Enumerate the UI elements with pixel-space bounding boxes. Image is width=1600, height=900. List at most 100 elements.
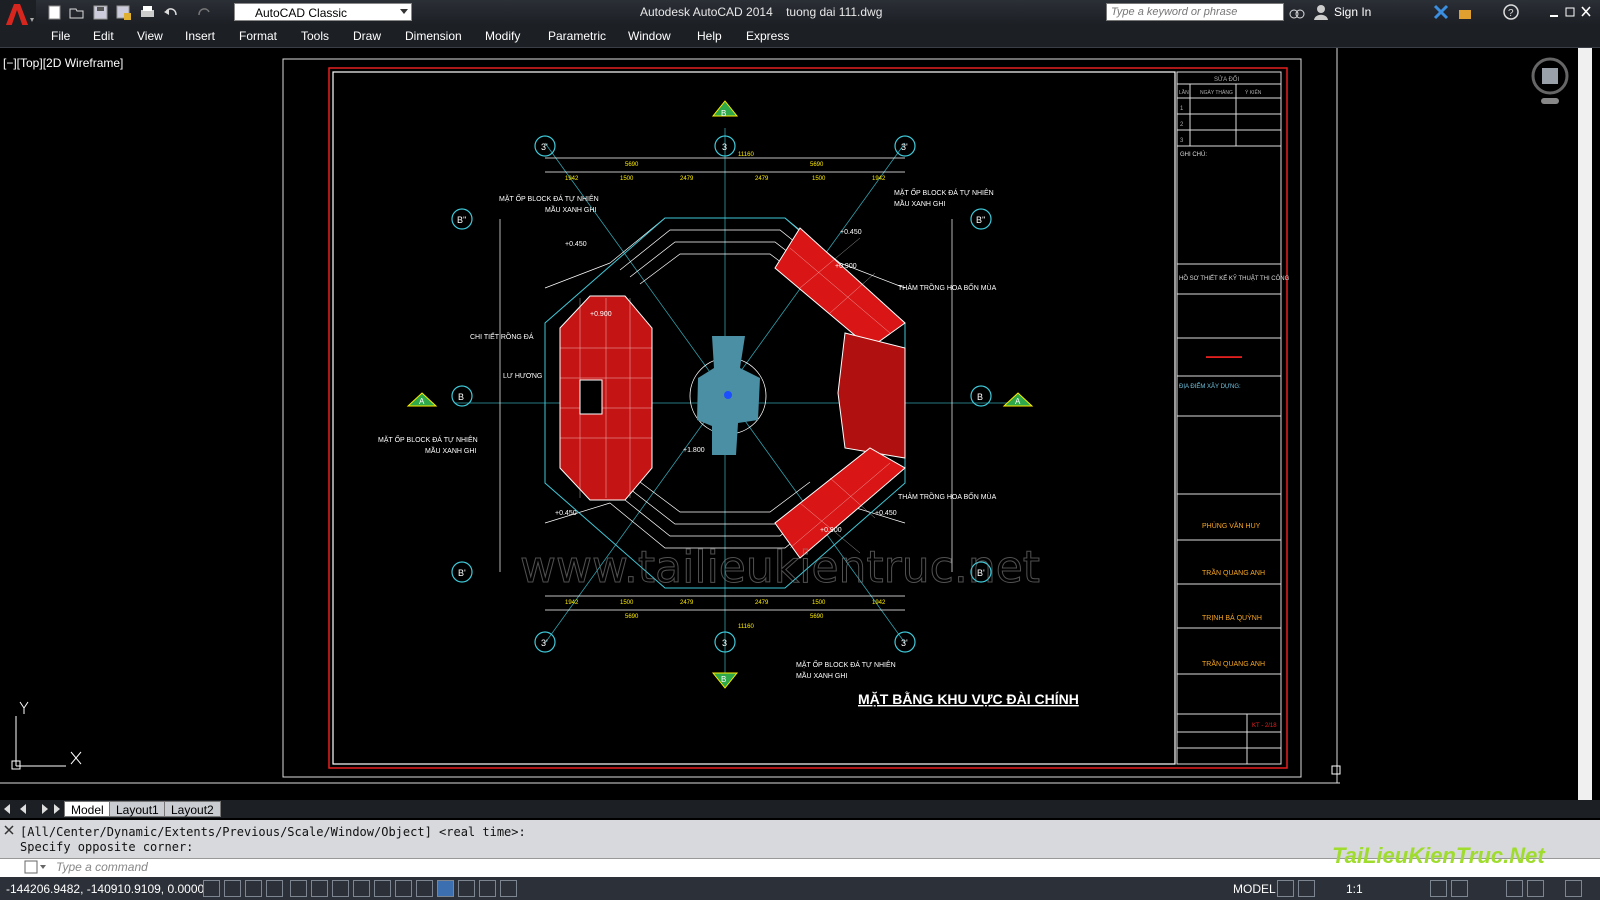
menu-parametric[interactable]: Parametric bbox=[548, 29, 606, 43]
infer-constraints-icon[interactable] bbox=[203, 880, 220, 897]
menu-express[interactable]: Express bbox=[746, 29, 789, 43]
plot-icon[interactable] bbox=[139, 4, 156, 21]
window-title: Autodesk AutoCAD 2014 tuong dai 111.dwg bbox=[640, 5, 883, 19]
menu-tools[interactable]: Tools bbox=[301, 29, 329, 43]
command-history-line-2: Specify opposite corner: bbox=[20, 840, 194, 854]
level-090-b: +0.900 bbox=[835, 263, 857, 270]
svg-text:5690: 5690 bbox=[810, 162, 824, 168]
tab-layout1[interactable]: Layout1 bbox=[109, 801, 166, 817]
layout-frame bbox=[282, 58, 1302, 778]
drawing-main-title: MẶT BẰNG KHU VỰC ĐÀI CHÍNH bbox=[858, 690, 1079, 707]
undo-icon[interactable] bbox=[162, 4, 179, 21]
quick-properties-icon[interactable] bbox=[458, 880, 475, 897]
tb-revision-header: SỬA ĐỔI bbox=[1214, 76, 1239, 83]
ortho-mode-icon[interactable] bbox=[266, 880, 283, 897]
snap-mode-icon[interactable] bbox=[224, 880, 241, 897]
lineweight-icon[interactable] bbox=[416, 880, 433, 897]
grid-display-icon[interactable] bbox=[245, 880, 262, 897]
level-045-b: +0.450 bbox=[840, 229, 862, 236]
hardware-acceleration-icon[interactable] bbox=[1527, 880, 1544, 897]
note-flowers-2: THẢM TRỒNG HOA BỐN MÙA bbox=[898, 491, 997, 501]
save-as-icon[interactable] bbox=[115, 4, 132, 21]
menu-insert[interactable]: Insert bbox=[185, 29, 215, 43]
menu-view[interactable]: View bbox=[137, 29, 163, 43]
quick-view-layouts-icon[interactable] bbox=[1277, 880, 1294, 897]
tb-row-1: 1 bbox=[1180, 106, 1184, 112]
clean-screen-icon[interactable] bbox=[1565, 880, 1582, 897]
svg-text:A: A bbox=[1015, 397, 1021, 406]
command-window-close-icon[interactable] bbox=[4, 824, 14, 854]
svg-text:B: B bbox=[458, 392, 464, 402]
incense-burner bbox=[579, 379, 603, 415]
chevron-down-icon bbox=[400, 9, 408, 14]
svg-text:2479: 2479 bbox=[680, 176, 694, 182]
menu-modify[interactable]: Modify bbox=[485, 29, 520, 43]
save-icon[interactable] bbox=[92, 4, 109, 21]
transparency-icon[interactable] bbox=[437, 880, 454, 897]
drawing-canvas[interactable]: SỬA ĐỔI LẦN NGÀY THÁNG Ý KIẾN 1 2 3 GHI … bbox=[0, 48, 1578, 800]
svg-text:1500: 1500 bbox=[812, 600, 826, 606]
binoculars-icon[interactable] bbox=[1289, 4, 1305, 20]
level-090-a: +0.900 bbox=[590, 311, 612, 318]
polar-tracking-icon[interactable] bbox=[290, 880, 307, 897]
tab-model[interactable]: Model bbox=[64, 801, 111, 817]
close-icon bbox=[1581, 6, 1591, 17]
svg-text:?: ? bbox=[1508, 8, 1514, 19]
menu-edit[interactable]: Edit bbox=[93, 29, 114, 43]
command-prompt-icon[interactable] bbox=[24, 860, 48, 874]
model-space-button[interactable]: MODEL bbox=[1233, 882, 1276, 896]
selection-cycling-icon[interactable] bbox=[479, 880, 496, 897]
sign-in-button[interactable]: Sign In bbox=[1334, 5, 1371, 19]
lock-ui-icon[interactable] bbox=[1451, 880, 1468, 897]
menu-format[interactable]: Format bbox=[239, 29, 277, 43]
layout-tab-bar bbox=[0, 800, 1600, 818]
open-file-icon[interactable] bbox=[68, 4, 85, 21]
tb-drawing-no: KT - 2/18 bbox=[1252, 723, 1277, 729]
isolate-objects-icon[interactable] bbox=[1506, 880, 1523, 897]
tb-col-1: LẦN bbox=[1179, 89, 1189, 96]
search-input[interactable]: Type a keyword or phrase bbox=[1106, 3, 1284, 21]
menu-window[interactable]: Window bbox=[628, 29, 671, 43]
tb-col-3: Ý KIẾN bbox=[1245, 89, 1262, 96]
workspace-dropdown[interactable]: AutoCAD Classic bbox=[234, 3, 412, 21]
viewcube-icon bbox=[1531, 57, 1569, 104]
3d-object-snap-icon[interactable] bbox=[332, 880, 349, 897]
ucs-icon bbox=[11, 701, 82, 770]
viewport-controls[interactable]: [−][Top][2D Wireframe] bbox=[3, 56, 123, 70]
tab-layout2[interactable]: Layout2 bbox=[164, 801, 221, 817]
note-stone-1: MẶT ỐP BLOCK ĐÁ TỰ NHIÊN bbox=[499, 193, 599, 203]
svg-text:B'': B'' bbox=[457, 215, 467, 225]
help-icon[interactable]: ? bbox=[1503, 4, 1519, 20]
svg-text:B: B bbox=[977, 392, 983, 402]
window-controls[interactable] bbox=[1548, 2, 1598, 22]
annotation-monitor-icon[interactable] bbox=[500, 880, 517, 897]
exchange-x-icon[interactable] bbox=[1433, 4, 1449, 20]
tab-nav-arrows[interactable] bbox=[2, 803, 62, 815]
note-color-3: MẦU XANH GHI bbox=[425, 445, 476, 455]
right-mid-planter bbox=[837, 332, 906, 459]
vertical-scrollbar[interactable] bbox=[1578, 48, 1592, 800]
menu-help[interactable]: Help bbox=[697, 29, 722, 43]
quick-view-drawings-icon[interactable] bbox=[1298, 880, 1315, 897]
workspace-switching-icon[interactable] bbox=[1430, 880, 1447, 897]
svg-text:A: A bbox=[419, 397, 425, 406]
svg-text:1500: 1500 bbox=[620, 600, 634, 606]
user-icon[interactable] bbox=[1313, 4, 1329, 20]
tb-row-3: 3 bbox=[1180, 138, 1184, 144]
object-snap-tracking-icon[interactable] bbox=[353, 880, 370, 897]
redo-icon[interactable] bbox=[196, 4, 213, 21]
annotation-scale[interactable]: 1:1 bbox=[1346, 882, 1363, 896]
svg-text:3': 3' bbox=[541, 638, 548, 648]
new-file-icon[interactable] bbox=[46, 4, 63, 21]
menu-file[interactable]: File bbox=[51, 29, 70, 43]
right-top-planter bbox=[774, 227, 906, 349]
menu-dimension[interactable]: Dimension bbox=[405, 29, 462, 43]
svg-text:1942: 1942 bbox=[872, 600, 886, 606]
dynamic-ucs-icon[interactable] bbox=[374, 880, 391, 897]
menu-draw[interactable]: Draw bbox=[353, 29, 381, 43]
object-snap-icon[interactable] bbox=[311, 880, 328, 897]
dynamic-input-icon[interactable] bbox=[395, 880, 412, 897]
svg-text:3: 3 bbox=[722, 142, 727, 152]
svg-text:1500: 1500 bbox=[812, 176, 826, 182]
stay-connected-icon[interactable] bbox=[1457, 4, 1473, 20]
